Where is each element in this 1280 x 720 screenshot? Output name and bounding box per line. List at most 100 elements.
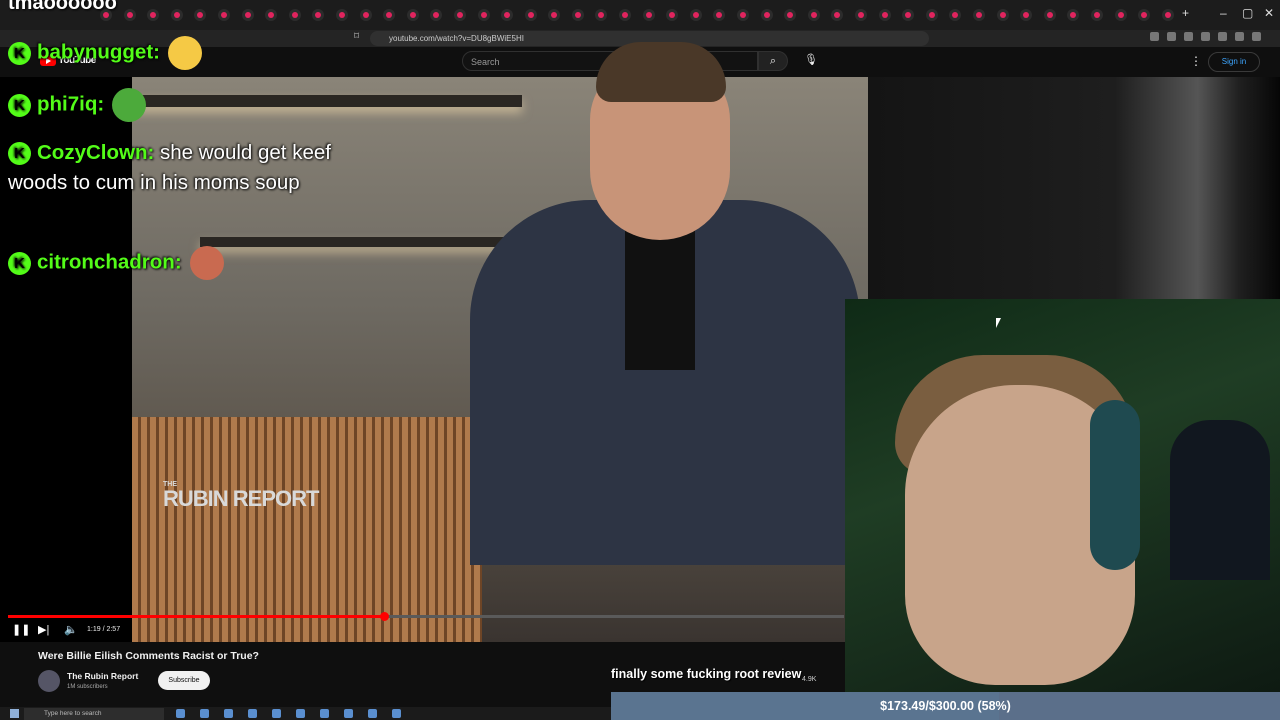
taskbar-app-icon[interactable]: [248, 709, 257, 718]
browser-tab[interactable]: [949, 9, 962, 21]
browser-tab[interactable]: [477, 9, 490, 21]
browser-tab[interactable]: [430, 9, 443, 21]
taskbar-app-icon[interactable]: [344, 709, 353, 718]
browser-tab[interactable]: [855, 9, 867, 21]
subscribe-button[interactable]: Subscribe: [158, 671, 210, 690]
channel-avatar[interactable]: [38, 670, 60, 692]
browser-tab[interactable]: [1020, 9, 1033, 21]
browser-tab[interactable]: [902, 9, 915, 21]
browser-tab[interactable]: [241, 9, 254, 21]
watermark-big: RUBIN REPORT: [163, 486, 319, 511]
pause-icon[interactable]: ❚❚: [12, 623, 30, 636]
browser-tab[interactable]: [1114, 9, 1127, 21]
browser-tab[interactable]: [147, 9, 160, 21]
taskbar-apps: [176, 709, 401, 718]
browser-tab[interactable]: [217, 9, 230, 21]
browser-tab[interactable]: [1067, 9, 1080, 21]
chat-message: Kbabynugget:: [8, 36, 348, 88]
browser-tab[interactable]: [194, 9, 207, 21]
browser-tab[interactable]: [335, 9, 348, 21]
browser-tab[interactable]: [831, 9, 844, 21]
browser-tab[interactable]: [524, 9, 537, 21]
taskbar-app-icon[interactable]: [368, 709, 377, 718]
browser-tab[interactable]: [925, 9, 938, 21]
browser-tab[interactable]: [383, 9, 396, 21]
browser-tab[interactable]: [312, 9, 325, 21]
kick-badge-icon: K: [8, 41, 31, 65]
chat-username: CozyClown:: [37, 141, 155, 164]
progress-scrubber[interactable]: [380, 612, 389, 621]
close-window-button[interactable]: ✕: [1264, 6, 1274, 20]
more-options-icon[interactable]: ⋮: [1190, 54, 1202, 68]
browser-tab[interactable]: [878, 9, 891, 21]
browser-tab[interactable]: [760, 9, 773, 21]
windows-start-icon[interactable]: [10, 709, 19, 718]
microphone-icon[interactable]: 🎙: [804, 53, 818, 66]
browser-tab[interactable]: [406, 9, 419, 21]
search-button[interactable]: ⌕: [758, 51, 788, 71]
chat-username: phi7iq:: [37, 92, 105, 116]
subscribe-label: Subscribe: [168, 677, 200, 684]
browser-tab[interactable]: [595, 9, 608, 21]
taskbar-app-icon[interactable]: [392, 709, 401, 718]
extension-icon[interactable]: [1201, 32, 1210, 41]
browser-tab[interactable]: [548, 9, 561, 21]
taskbar-app-icon[interactable]: [272, 709, 281, 718]
browser-tab[interactable]: [642, 9, 655, 21]
extension-icon[interactable]: [1235, 32, 1244, 41]
browser-tab[interactable]: [1043, 9, 1056, 21]
headset-icon: [1090, 400, 1140, 570]
extension-icon[interactable]: [1218, 32, 1227, 41]
next-icon[interactable]: ▶|: [38, 623, 49, 636]
browser-tab[interactable]: [571, 9, 584, 21]
extension-icon[interactable]: [1184, 32, 1193, 41]
browser-tab[interactable]: [972, 9, 985, 21]
stream-caption: finally some fucking root review: [611, 667, 802, 681]
browser-tab[interactable]: [123, 9, 136, 21]
taskbar-app-icon[interactable]: [200, 709, 209, 718]
extension-icon[interactable]: [1150, 32, 1159, 41]
chat-message: Kphi7iq:: [8, 88, 348, 138]
kick-badge-icon: K: [8, 251, 31, 275]
browser-tab[interactable]: [1138, 9, 1151, 21]
chat-message: Kcitronchadron:: [8, 246, 348, 286]
browser-tab[interactable]: [288, 9, 301, 21]
browser-tab[interactable]: [666, 9, 679, 21]
browser-tab[interactable]: [170, 9, 183, 21]
browser-tab[interactable]: [713, 9, 726, 21]
sign-in-button[interactable]: Sign in: [1208, 52, 1260, 72]
browser-tab[interactable]: [1161, 9, 1174, 21]
browser-tab[interactable]: [737, 9, 750, 21]
browser-tab[interactable]: [807, 9, 820, 21]
volume-icon[interactable]: 🔈: [64, 623, 78, 636]
taskbar-app-icon[interactable]: [320, 709, 329, 718]
browser-tabs: [100, 9, 1174, 21]
taskbar-app-icon[interactable]: [176, 709, 185, 718]
taskbar-app-icon[interactable]: [296, 709, 305, 718]
browser-tab[interactable]: [265, 9, 278, 21]
minimize-button[interactable]: –: [1220, 6, 1227, 20]
new-tab-icon[interactable]: +: [1182, 6, 1189, 20]
browser-tab[interactable]: [453, 9, 466, 21]
chat-overlay: Kbabynugget: Kphi7iq: K CozyClown: she wo…: [8, 36, 348, 286]
extension-icon[interactable]: [1167, 32, 1176, 41]
browser-tab[interactable]: [1090, 9, 1103, 21]
maximize-button[interactable]: ▢: [1242, 6, 1253, 20]
like-count[interactable]: 4.9K: [802, 676, 816, 683]
browser-tab[interactable]: [501, 9, 514, 21]
browser-tab[interactable]: [619, 9, 632, 21]
browser-tab[interactable]: [784, 9, 797, 21]
taskbar-search[interactable]: Type here to search: [24, 708, 164, 720]
bookmark-icon[interactable]: ⌑: [354, 31, 359, 42]
browser-tab[interactable]: [689, 9, 702, 21]
sign-in-label: Sign in: [1221, 57, 1247, 66]
browser-tab[interactable]: [359, 9, 372, 21]
channel-name[interactable]: The Rubin Report: [67, 671, 138, 681]
channel-watermark: THE RUBIN REPORT: [163, 480, 319, 511]
browser-tab[interactable]: [996, 9, 1009, 21]
taskbar-app-icon[interactable]: [224, 709, 233, 718]
mouse-cursor-icon: [996, 318, 1001, 328]
face-emote-icon: [189, 246, 224, 280]
extension-icon[interactable]: [1252, 32, 1261, 41]
chat-username: citronchadron:: [37, 250, 182, 274]
